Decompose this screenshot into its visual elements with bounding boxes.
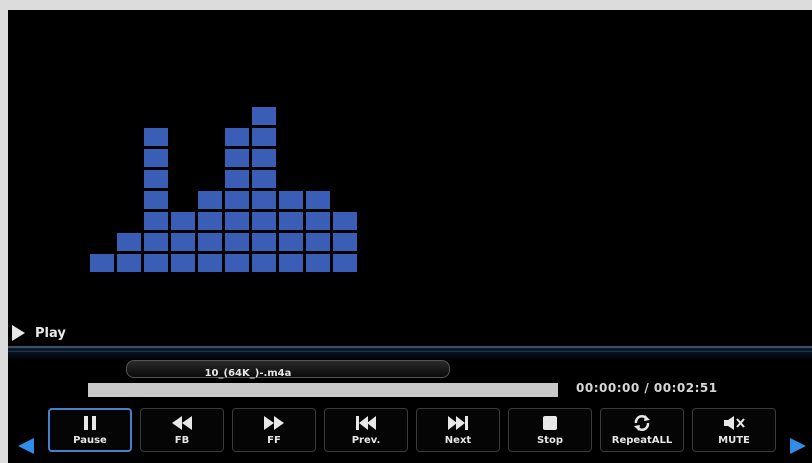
equalizer-cell (225, 191, 249, 209)
equalizer-cell (144, 170, 168, 188)
equalizer-cell (225, 233, 249, 251)
filename-box: 10_(64K_)-.m4a (126, 360, 450, 379)
equalizer-cell (252, 254, 276, 272)
status-label: Play (35, 325, 66, 341)
equalizer-cell (198, 233, 222, 251)
equalizer-cell (333, 233, 357, 251)
pause-icon (82, 414, 98, 432)
equalizer-cell (306, 212, 330, 230)
stop-label: Stop (536, 435, 563, 446)
equalizer-cell (144, 212, 168, 230)
equalizer-cell (144, 149, 168, 167)
player-screen: Play 10_(64K_)-.m4a 00:00:00 / 00:02:51 … (8, 10, 812, 463)
play-icon (12, 325, 25, 341)
equalizer-cell (279, 212, 303, 230)
panel-divider (8, 351, 812, 352)
equalizer-cell (225, 212, 249, 230)
repeat-all-button[interactable]: RepeatALL (600, 408, 684, 452)
mute-button[interactable]: MUTE (692, 408, 776, 452)
equalizer-cell (171, 254, 195, 272)
file-name: 10_(64K_)-.m4a (204, 368, 292, 379)
equalizer-cell (333, 212, 357, 230)
control-buttons: Pause FB FF Prev. Next Stop RepeatALL MU… (48, 408, 776, 452)
next-button[interactable]: Next (416, 408, 500, 452)
equalizer-cell (306, 233, 330, 251)
equalizer-cell (306, 254, 330, 272)
equalizer-cell (90, 254, 114, 272)
equalizer-cell (252, 149, 276, 167)
scroll-right-icon[interactable] (790, 438, 806, 454)
fast-forward-label: FF (267, 435, 281, 446)
stop-button[interactable]: Stop (508, 408, 592, 452)
equalizer-cell (225, 149, 249, 167)
equalizer-cell (333, 254, 357, 272)
equalizer-cell (306, 191, 330, 209)
fast-forward-icon (263, 414, 285, 432)
next-icon (447, 414, 469, 432)
fast-backward-icon (171, 414, 193, 432)
equalizer-cell (171, 233, 195, 251)
scroll-left-icon[interactable] (18, 438, 34, 454)
equalizer-cell (144, 191, 168, 209)
equalizer-cell (225, 128, 249, 146)
equalizer-cell (198, 191, 222, 209)
fast-forward-button[interactable]: FF (232, 408, 316, 452)
equalizer-cell (279, 191, 303, 209)
equalizer-cell (279, 254, 303, 272)
equalizer-cell (252, 170, 276, 188)
equalizer-cell (144, 254, 168, 272)
equalizer-cell (144, 128, 168, 146)
pause-button[interactable]: Pause (48, 408, 132, 452)
equalizer-cell (198, 254, 222, 272)
previous-button[interactable]: Prev. (324, 408, 408, 452)
equalizer-cell (198, 212, 222, 230)
stop-icon (542, 414, 558, 432)
equalizer-cell (252, 107, 276, 125)
equalizer-cell (279, 233, 303, 251)
equalizer-cell (144, 233, 168, 251)
fast-backward-label: FB (174, 435, 190, 446)
pause-label: Pause (73, 435, 107, 446)
fast-backward-button[interactable]: FB (140, 408, 224, 452)
equalizer-cell (225, 254, 249, 272)
previous-label: Prev. (351, 435, 381, 446)
equalizer-cell (252, 233, 276, 251)
control-panel: 10_(64K_)-.m4a 00:00:00 / 00:02:51 Pause… (8, 346, 812, 463)
progress-bar[interactable] (88, 383, 558, 397)
repeat-icon (632, 414, 652, 432)
mute-icon (723, 414, 745, 432)
next-label: Next (444, 435, 472, 446)
previous-icon (355, 414, 377, 432)
play-status: Play (12, 325, 66, 341)
equalizer-cell (171, 212, 195, 230)
repeat-all-label: RepeatALL (611, 435, 673, 446)
mute-label: MUTE (718, 435, 750, 446)
equalizer-cell (252, 128, 276, 146)
equalizer-cell (117, 233, 141, 251)
time-display: 00:00:00 / 00:02:51 (576, 381, 718, 395)
equalizer-cell (225, 170, 249, 188)
equalizer-cell (252, 212, 276, 230)
equalizer-cell (252, 191, 276, 209)
equalizer-cell (117, 254, 141, 272)
